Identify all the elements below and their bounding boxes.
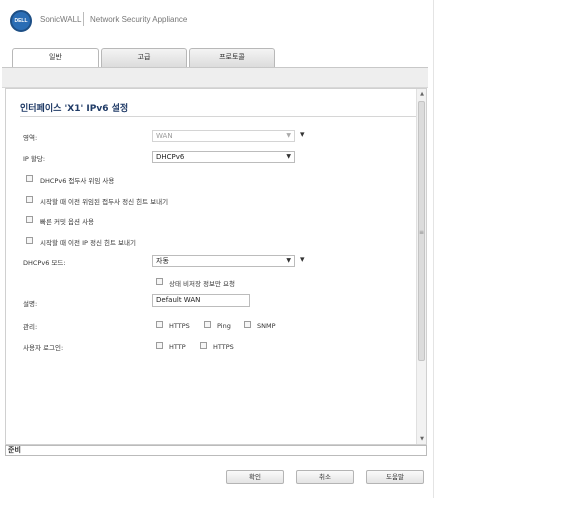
user-login-https-label: HTTPS — [213, 343, 234, 351]
header-divider — [83, 12, 84, 26]
scroll-down-icon[interactable]: ▼ — [418, 435, 426, 443]
required-marker: ▾ — [300, 255, 305, 265]
user-login-https-checkbox[interactable] — [200, 342, 207, 349]
management-snmp-checkbox[interactable] — [244, 321, 251, 328]
prefix-delegation-checkbox[interactable] — [26, 175, 33, 182]
product-name: Network Security Appliance — [90, 15, 188, 24]
status-bar: 준비 — [5, 445, 427, 456]
chevron-down-icon: ▼ — [286, 257, 291, 264]
chevron-down-icon: ▼ — [286, 132, 291, 139]
tab-protocol[interactable]: 프로토콜 — [189, 48, 275, 67]
scroll-up-icon[interactable]: ▲ — [418, 90, 426, 98]
zone-value: WAN — [156, 132, 173, 140]
prefix-renew-hint-label: 시작할 때 이전 위임된 접두사 정신 힌트 보내기 — [40, 198, 169, 206]
dhcpv6-mode-label: DHCPv6 모드: — [23, 259, 66, 267]
dhcpv6-mode-select[interactable]: 자동 ▼ — [152, 255, 295, 267]
ip-assignment-select[interactable]: DHCPv6 ▼ — [152, 151, 295, 163]
vertical-scrollbar[interactable]: ▲ ≡ ▼ — [416, 89, 426, 444]
cancel-button[interactable]: 취소 — [296, 470, 354, 484]
ok-button[interactable]: 확인 — [226, 470, 284, 484]
user-login-http-label: HTTP — [169, 343, 186, 351]
tab-advanced[interactable]: 고급 — [101, 48, 187, 67]
comment-input[interactable]: Default WAN — [152, 294, 250, 307]
ip-assignment-label: IP 할당: — [23, 155, 46, 163]
prefix-delegation-label: DHCPv6 접두사 위임 사용 — [40, 177, 115, 185]
tab-general[interactable]: 일반 — [12, 48, 99, 68]
ip-renew-hint-checkbox[interactable] — [26, 237, 33, 244]
settings-panel: 인터페이스 'X1' IPv6 설정 영역: WAN ▼ ▾ IP 할당: DH… — [5, 88, 427, 445]
user-login-http-checkbox[interactable] — [156, 342, 163, 349]
management-ping-label: Ping — [217, 322, 231, 330]
title-divider — [20, 116, 416, 117]
user-login-label: 사용자 로그인: — [23, 344, 64, 352]
management-https-checkbox[interactable] — [156, 321, 163, 328]
brand-name: SonicWALL — [40, 15, 82, 24]
tab-strip — [2, 67, 428, 88]
management-ping-checkbox[interactable] — [204, 321, 211, 328]
scroll-grip-icon: ≡ — [419, 229, 425, 236]
app-header: DELL SonicWALL Network Security Applianc… — [0, 0, 433, 40]
window-edge — [433, 0, 434, 498]
rapid-commit-checkbox[interactable] — [26, 216, 33, 223]
help-button[interactable]: 도움말 — [366, 470, 424, 484]
management-label: 관리: — [23, 323, 38, 331]
zone-label: 영역: — [23, 134, 38, 142]
dell-logo: DELL — [10, 10, 32, 32]
required-marker: ▾ — [300, 130, 305, 140]
logo-text: DELL — [14, 18, 28, 24]
stateless-info-checkbox[interactable] — [156, 278, 163, 285]
management-https-label: HTTPS — [169, 322, 190, 330]
ip-assignment-value: DHCPv6 — [156, 153, 185, 161]
chevron-down-icon: ▼ — [286, 153, 291, 160]
dhcpv6-mode-value: 자동 — [156, 257, 169, 265]
page-title: 인터페이스 'X1' IPv6 설정 — [20, 104, 129, 114]
stateless-info-label: 상태 비저장 정보만 요청 — [169, 280, 235, 288]
zone-select[interactable]: WAN ▼ — [152, 130, 295, 142]
prefix-renew-hint-checkbox[interactable] — [26, 196, 33, 203]
ip-renew-hint-label: 시작할 때 이전 IP 정신 힌트 보내기 — [40, 239, 136, 247]
rapid-commit-label: 빠른 커밋 옵션 사용 — [40, 218, 95, 226]
management-snmp-label: SNMP — [257, 322, 276, 330]
comment-label: 설명: — [23, 300, 38, 308]
